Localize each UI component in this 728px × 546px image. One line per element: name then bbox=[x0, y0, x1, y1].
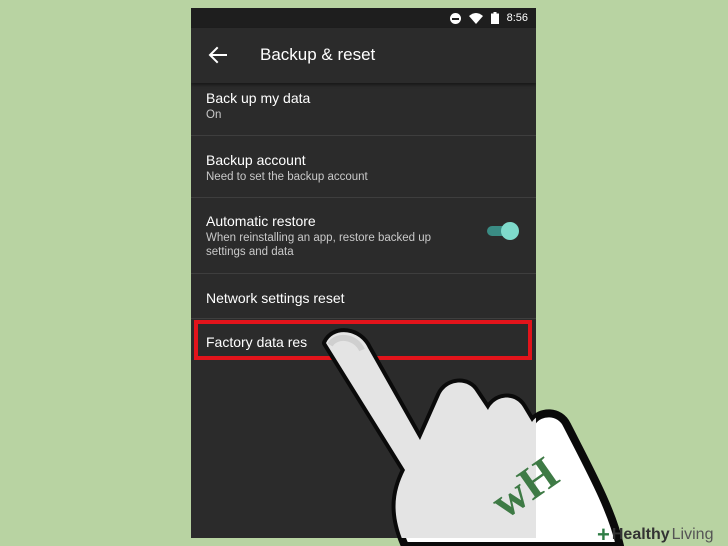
settings-list: Back up my data On Backup account Need t… bbox=[191, 83, 536, 365]
setting-subtitle: Need to set the backup account bbox=[206, 171, 368, 183]
setting-back-up-my-data[interactable]: Back up my data On bbox=[191, 83, 536, 136]
plus-icon: + bbox=[597, 522, 610, 546]
setting-title: Factory data res bbox=[206, 334, 308, 350]
page-title: Backup & reset bbox=[260, 45, 376, 64]
status-clock: 8:56 bbox=[506, 12, 528, 24]
setting-network-settings-reset[interactable]: Network settings reset bbox=[191, 274, 536, 319]
phone-screen: 8:56 Backup & reset Back up my data On B… bbox=[191, 8, 536, 538]
brand-word-1: Healthy bbox=[611, 526, 670, 543]
status-icons: 8:56 bbox=[449, 8, 528, 28]
slide-canvas: 8:56 Backup & reset Back up my data On B… bbox=[0, 0, 728, 546]
setting-automatic-restore[interactable]: Automatic restore When reinstalling an a… bbox=[191, 198, 536, 274]
arrow-left-icon[interactable] bbox=[205, 42, 231, 68]
brand-word-2: Living bbox=[671, 526, 714, 543]
status-bar: 8:56 bbox=[191, 8, 536, 28]
healthy-living-logo: + Healthy Living bbox=[597, 524, 713, 546]
setting-backup-account[interactable]: Backup account Need to set the backup ac… bbox=[191, 136, 536, 198]
toggle-thumb bbox=[501, 222, 519, 240]
setting-title: Network settings reset bbox=[206, 290, 345, 306]
setting-subtitle: When reinstalling an app, restore backed… bbox=[206, 232, 432, 258]
app-bar: Backup & reset bbox=[191, 28, 536, 83]
do-not-disturb-icon bbox=[449, 12, 461, 24]
setting-factory-data-reset[interactable]: Factory data res bbox=[191, 319, 536, 365]
setting-title: Backup account bbox=[206, 152, 306, 168]
battery-icon bbox=[490, 12, 499, 24]
setting-subtitle: On bbox=[206, 109, 222, 121]
wifi-icon bbox=[468, 12, 483, 24]
automatic-restore-toggle[interactable] bbox=[487, 222, 519, 240]
setting-title: Automatic restore bbox=[206, 213, 316, 229]
setting-title: Back up my data bbox=[206, 90, 311, 106]
